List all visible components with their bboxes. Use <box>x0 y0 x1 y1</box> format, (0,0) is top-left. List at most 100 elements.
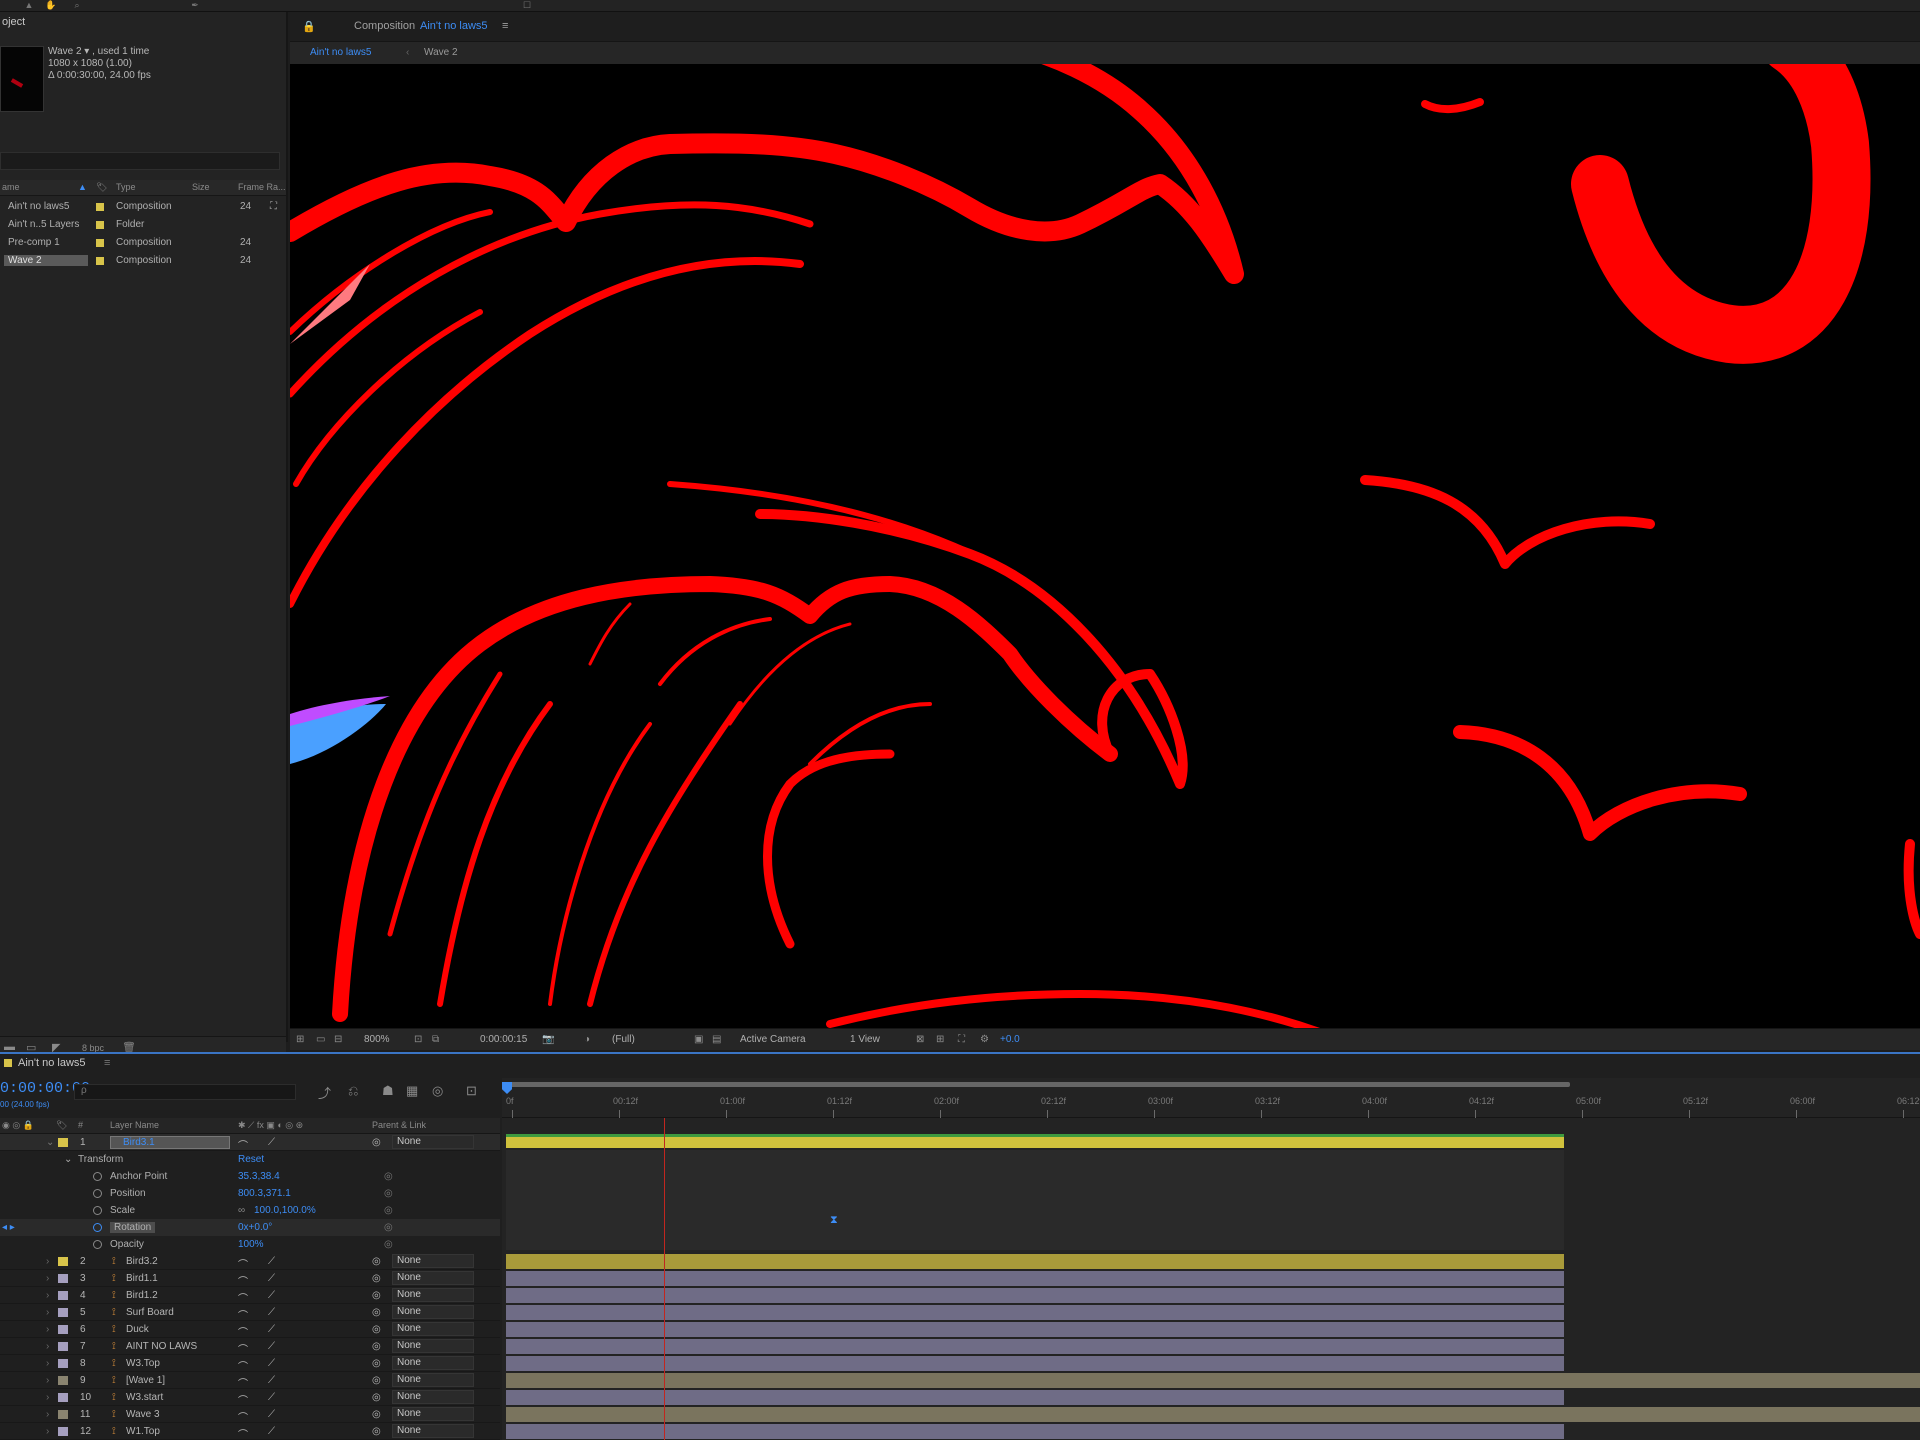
expand-arrow-icon[interactable]: › <box>46 1324 49 1335</box>
property-row[interactable]: Scale ∞ 100.0,100.0% ◎ <box>0 1202 500 1219</box>
expand-arrow-icon[interactable]: › <box>46 1426 49 1437</box>
layer-row[interactable]: › 4 ⟟ Bird1.2 ⌒ ⟋ ◎ None <box>0 1287 500 1305</box>
layer-name[interactable]: [Wave 1] <box>126 1375 165 1386</box>
shy-switch-icon[interactable]: ⌒ <box>238 1409 248 1424</box>
zoom-tool-icon[interactable]: ⌕ <box>70 0 84 10</box>
expand-arrow-icon[interactable]: › <box>46 1341 49 1352</box>
expression-icon[interactable]: ◎ <box>384 1239 393 1250</box>
color-channels-icon[interactable]: ◑ <box>584 1034 590 1045</box>
col-layer-name[interactable]: Layer Name <box>110 1120 159 1130</box>
layer-name[interactable]: W3.Top <box>126 1358 160 1369</box>
timeline-graph[interactable]: 0f 00:12f 01:00f 01:12f 02:00f 02:12f 03:00f 03… <box>502 1078 1920 1440</box>
layer-label-swatch[interactable] <box>58 1359 68 1368</box>
layer-row[interactable]: › 9 ⟟ [Wave 1] ⌒ ⟋ ◎ None <box>0 1372 500 1390</box>
project-panel-tab[interactable]: oject <box>0 16 25 34</box>
expand-arrow-icon[interactable]: › <box>46 1290 49 1301</box>
layer-label-swatch[interactable] <box>58 1274 68 1283</box>
expand-arrow-icon[interactable]: › <box>46 1392 49 1403</box>
grid-guides-icon[interactable]: ⊡ <box>414 1034 422 1045</box>
layer-duration-bar[interactable] <box>506 1373 1920 1388</box>
3d-draft-icon[interactable]: ⊞ <box>936 1034 944 1045</box>
snapping-checkbox[interactable]: ☐ <box>520 0 534 10</box>
expression-icon[interactable]: ◎ <box>384 1222 393 1233</box>
parent-select[interactable]: None <box>392 1356 474 1370</box>
hide-shy-layers-icon[interactable]: ☗ <box>382 1083 394 1099</box>
monitor-icon[interactable]: ▭ <box>316 1034 325 1045</box>
region-of-interest-icon[interactable]: ⧉ <box>432 1034 439 1045</box>
always-preview-icon[interactable]: ⊞ <box>296 1034 304 1045</box>
layer-name[interactable]: Bird3.2 <box>126 1256 158 1267</box>
layer-row[interactable]: › 5 ⟟ Surf Board ⌒ ⟋ ◎ None <box>0 1304 500 1322</box>
layer-row[interactable]: › 7 ⟟ AINT NO LAWS ⌒ ⟋ ◎ None <box>0 1338 500 1356</box>
view-layout-select[interactable]: 1 View <box>850 1034 880 1045</box>
quality-switch-icon[interactable]: ⟋ <box>268 1409 275 1420</box>
parent-select[interactable]: None <box>392 1390 474 1404</box>
project-item[interactable]: Pre-comp 1 Composition 24 <box>0 234 286 252</box>
layer-name[interactable]: Duck <box>126 1324 149 1335</box>
layer-duration-bar[interactable] <box>506 1407 1920 1422</box>
time-ruler[interactable]: 0f 00:12f 01:00f 01:12f 02:00f 02:12f 03:00f 03… <box>502 1088 1920 1118</box>
pickwhip-icon[interactable]: ◎ <box>372 1358 381 1369</box>
property-row-selected[interactable]: ◂ ▸ Rotation 0x+0.0° ◎ <box>0 1219 500 1236</box>
keyframe-marker-icon[interactable]: ⧗ <box>830 1214 838 1227</box>
reset-exposure-icon[interactable]: ⚙ <box>980 1034 989 1045</box>
pen-tool-icon[interactable]: ✒ <box>188 0 202 10</box>
layer-label-swatch[interactable] <box>58 1257 68 1266</box>
sort-icon[interactable]: ▲ <box>78 182 87 192</box>
layer-label-swatch[interactable] <box>58 1410 68 1419</box>
parent-select[interactable]: None <box>392 1288 474 1302</box>
flowchart-icon[interactable]: ⛶ <box>270 201 277 212</box>
pickwhip-icon[interactable]: ◎ <box>372 1324 381 1335</box>
motion-blur-icon[interactable]: ◎ <box>432 1083 443 1099</box>
keyframe-navigator-icon[interactable]: ◂ ▸ <box>2 1222 15 1233</box>
pickwhip-icon[interactable]: ◎ <box>372 1307 381 1318</box>
expand-arrow-icon[interactable]: › <box>46 1375 49 1386</box>
parent-select[interactable]: None <box>392 1135 474 1149</box>
stopwatch-icon-active[interactable] <box>93 1223 102 1232</box>
resolution-select[interactable]: (Full) <box>612 1034 635 1045</box>
pickwhip-icon[interactable]: ◎ <box>372 1273 381 1284</box>
shy-switch-icon[interactable]: ⌒ <box>238 1307 248 1322</box>
property-value[interactable]: 35.3,38.4 <box>238 1171 280 1182</box>
label-icon[interactable]: 🏷 <box>96 182 107 193</box>
property-row[interactable]: Anchor Point 35.3,38.4 ◎ <box>0 1168 500 1185</box>
layer-name[interactable]: Bird1.1 <box>126 1273 158 1284</box>
expand-arrow-icon[interactable]: ⌄ <box>46 1137 54 1148</box>
layer-row[interactable]: › 3 ⟟ Bird1.1 ⌒ ⟋ ◎ None <box>0 1270 500 1288</box>
constrain-proportions-icon[interactable]: ∞ <box>238 1205 245 1216</box>
col-size[interactable]: Size <box>192 182 210 192</box>
pickwhip-icon[interactable]: ◎ <box>372 1375 381 1386</box>
graph-editor-icon[interactable]: ⊡ <box>466 1083 477 1099</box>
property-value[interactable]: 100% <box>238 1239 264 1250</box>
flowchart-icon[interactable]: ⛶ <box>958 1034 965 1045</box>
panel-menu-icon[interactable]: ≡ <box>104 1057 110 1069</box>
quality-switch-icon[interactable]: ⟋ <box>268 1256 275 1267</box>
pickwhip-icon[interactable]: ◎ <box>372 1392 381 1403</box>
shy-switch-icon[interactable]: ⌒ <box>238 1273 248 1288</box>
property-value[interactable]: 100.0,100.0% <box>254 1205 316 1216</box>
property-row[interactable]: Position 800.3,371.1 ◎ <box>0 1185 500 1202</box>
layer-name[interactable]: AINT NO LAWS <box>126 1341 197 1352</box>
snapshot-icon[interactable]: 📷 <box>542 1034 554 1045</box>
quality-switch-icon[interactable]: ⟋ <box>268 1392 275 1403</box>
stopwatch-icon[interactable] <box>93 1240 102 1249</box>
shy-switch-icon[interactable]: ⌒ <box>238 1290 248 1305</box>
expand-arrow-icon[interactable]: › <box>46 1358 49 1369</box>
expand-arrow-icon[interactable]: › <box>46 1256 49 1267</box>
fast-previews-icon[interactable]: ▣ <box>694 1034 703 1045</box>
work-area-bar[interactable] <box>504 1082 1570 1087</box>
mask-visibility-icon[interactable]: ⊟ <box>334 1034 342 1045</box>
hand-tool-icon[interactable]: ✋ <box>44 0 58 10</box>
lock-icon[interactable]: 🔒 <box>302 20 316 33</box>
layer-name[interactable]: Surf Board <box>126 1307 174 1318</box>
transform-group[interactable]: ⌄ Transform Reset <box>0 1151 500 1168</box>
property-row[interactable]: Opacity 100% ◎ <box>0 1236 500 1253</box>
shy-switch-icon[interactable]: ⌒ <box>238 1358 248 1373</box>
layer-name-field[interactable]: Bird3.1 <box>110 1136 230 1149</box>
transform-reset-link[interactable]: Reset <box>238 1154 264 1165</box>
col-type[interactable]: Type <box>116 182 136 192</box>
quality-switch-icon[interactable]: ⟋ <box>268 1324 275 1335</box>
parent-select[interactable]: None <box>392 1339 474 1353</box>
col-frame-rate[interactable]: Frame Ra... <box>238 182 286 192</box>
layer-row[interactable]: › 10 ⟟ W3.start ⌒ ⟋ ◎ None <box>0 1389 500 1407</box>
